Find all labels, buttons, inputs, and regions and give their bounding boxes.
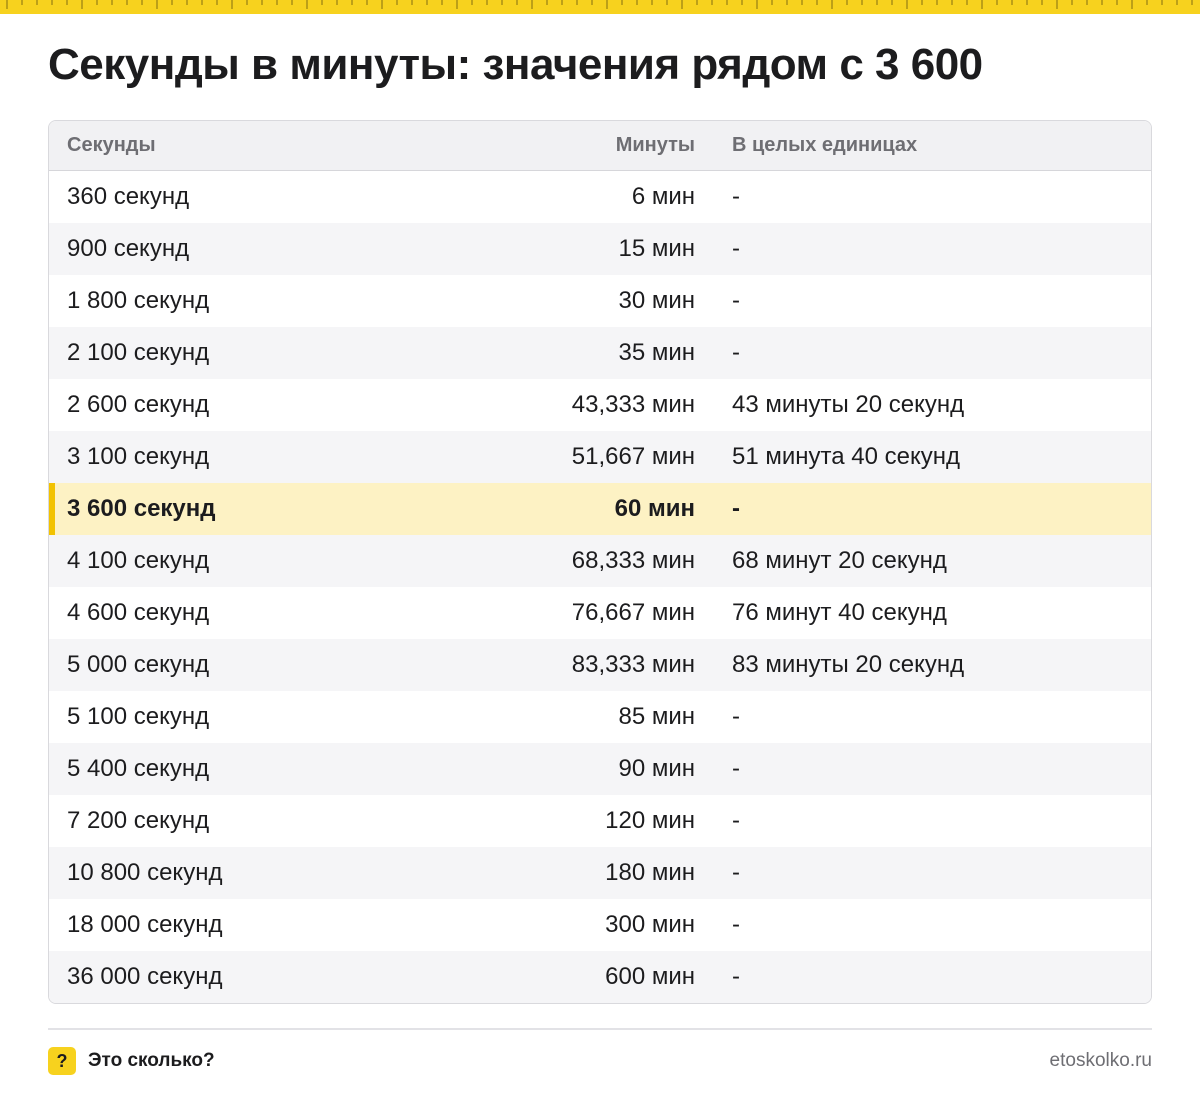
cell-minutes: 30 мин <box>618 287 695 314</box>
cell-seconds: 5 100 секунд <box>67 703 210 730</box>
cell-whole-units: - <box>732 339 740 366</box>
cell-seconds: 7 200 секунд <box>67 807 210 834</box>
table-row: 5 400 секунд 90 мин - <box>49 743 1151 795</box>
cell-seconds: 2 100 секунд <box>67 339 210 366</box>
cell-whole-units: 83 минуты 20 секунд <box>732 651 965 678</box>
cell-minutes: 83,333 мин <box>571 651 695 678</box>
cell-whole-units: - <box>732 235 740 262</box>
cell-whole-units: - <box>732 963 740 990</box>
table-row: 4 600 секунд 76,667 мин 76 минут 40 секу… <box>49 587 1151 639</box>
cell-seconds: 3 600 секунд <box>67 495 216 522</box>
header-seconds: Секунды <box>67 134 156 156</box>
table-row: 5 000 секунд 83,333 мин 83 минуты 20 сек… <box>49 639 1151 691</box>
header-minutes: Минуты <box>615 134 695 156</box>
footer-divider <box>48 1028 1152 1030</box>
cell-seconds: 4 100 секунд <box>67 547 210 574</box>
cell-seconds: 10 800 секунд <box>67 859 223 886</box>
cell-whole-units: - <box>732 183 740 210</box>
cell-whole-units: 68 минут 20 секунд <box>732 547 947 574</box>
cell-whole-units: 76 минут 40 секунд <box>732 599 947 626</box>
ruler-ticks <box>6 0 1193 9</box>
cell-seconds: 360 секунд <box>67 183 190 210</box>
cell-seconds: 2 600 секунд <box>67 391 210 418</box>
table-header: Секунды Минуты В целых единицах <box>49 121 1151 171</box>
site-link[interactable]: etoskolko.ru <box>1050 1050 1152 1072</box>
table-row: 10 800 секунд 180 мин - <box>49 847 1151 899</box>
cell-whole-units: - <box>732 755 740 782</box>
ruler-strip <box>0 0 1200 14</box>
cell-minutes: 85 мин <box>618 703 695 730</box>
cell-minutes: 6 мин <box>631 183 695 210</box>
cell-seconds: 18 000 секунд <box>67 911 223 938</box>
cell-minutes: 90 мин <box>618 755 695 782</box>
cell-minutes: 120 мин <box>605 807 695 834</box>
cell-seconds: 3 100 секунд <box>67 443 210 470</box>
cell-minutes: 300 мин <box>605 911 695 938</box>
cell-seconds: 5 000 секунд <box>67 651 210 678</box>
cell-whole-units: 43 минуты 20 секунд <box>732 391 965 418</box>
cell-seconds: 5 400 секунд <box>67 755 210 782</box>
cell-whole-units: - <box>732 703 740 730</box>
cell-whole-units: - <box>732 495 740 522</box>
page-title: Секунды в минуты: значения рядом с 3 600 <box>48 40 983 89</box>
cell-whole-units: - <box>732 807 740 834</box>
header-whole-units: В целых единицах <box>732 134 918 156</box>
table-row: 900 секунд 15 мин - <box>49 223 1151 275</box>
brand[interactable]: ? Это сколько? <box>48 1047 215 1075</box>
table-row: 2 100 секунд 35 мин - <box>49 327 1151 379</box>
table-row: 360 секунд 6 мин - <box>49 171 1151 223</box>
cell-minutes: 68,333 мин <box>571 547 695 574</box>
table-row: 36 000 секунд 600 мин - <box>49 951 1151 1003</box>
cell-whole-units: - <box>732 859 740 886</box>
cell-seconds: 900 секунд <box>67 235 190 262</box>
cell-minutes: 51,667 мин <box>571 443 695 470</box>
cell-seconds: 4 600 секунд <box>67 599 210 626</box>
cell-minutes: 60 мин <box>614 495 695 522</box>
table-row: 3 100 секунд 51,667 мин 51 минута 40 сек… <box>49 431 1151 483</box>
cell-minutes: 43,333 мин <box>571 391 695 418</box>
cell-minutes: 35 мин <box>618 339 695 366</box>
table-row: 4 100 секунд 68,333 мин 68 минут 20 секу… <box>49 535 1151 587</box>
cell-minutes: 76,667 мин <box>571 599 695 626</box>
table-row: 1 800 секунд 30 мин - <box>49 275 1151 327</box>
table-body: 360 секунд 6 мин - 900 секунд 15 мин - 1… <box>49 171 1151 1003</box>
brand-name: Это сколько? <box>88 1050 215 1071</box>
cell-seconds: 1 800 секунд <box>67 287 210 314</box>
cell-seconds: 36 000 секунд <box>67 963 223 990</box>
table-row: 2 600 секунд 43,333 мин 43 минуты 20 сек… <box>49 379 1151 431</box>
table-row: 18 000 секунд 300 мин - <box>49 899 1151 951</box>
cell-minutes: 180 мин <box>605 859 695 886</box>
cell-whole-units: 51 минута 40 секунд <box>732 443 960 470</box>
cell-whole-units: - <box>732 287 740 314</box>
table-row: 5 100 секунд 85 мин - <box>49 691 1151 743</box>
cell-minutes: 15 мин <box>618 235 695 262</box>
conversion-table: Секунды Минуты В целых единицах 360 секу… <box>48 120 1152 1004</box>
cell-minutes: 600 мин <box>605 963 695 990</box>
question-mark-icon: ? <box>48 1047 76 1075</box>
table-row-highlighted: 3 600 секунд 60 мин - <box>49 483 1151 535</box>
cell-whole-units: - <box>732 911 740 938</box>
table-row: 7 200 секунд 120 мин - <box>49 795 1151 847</box>
